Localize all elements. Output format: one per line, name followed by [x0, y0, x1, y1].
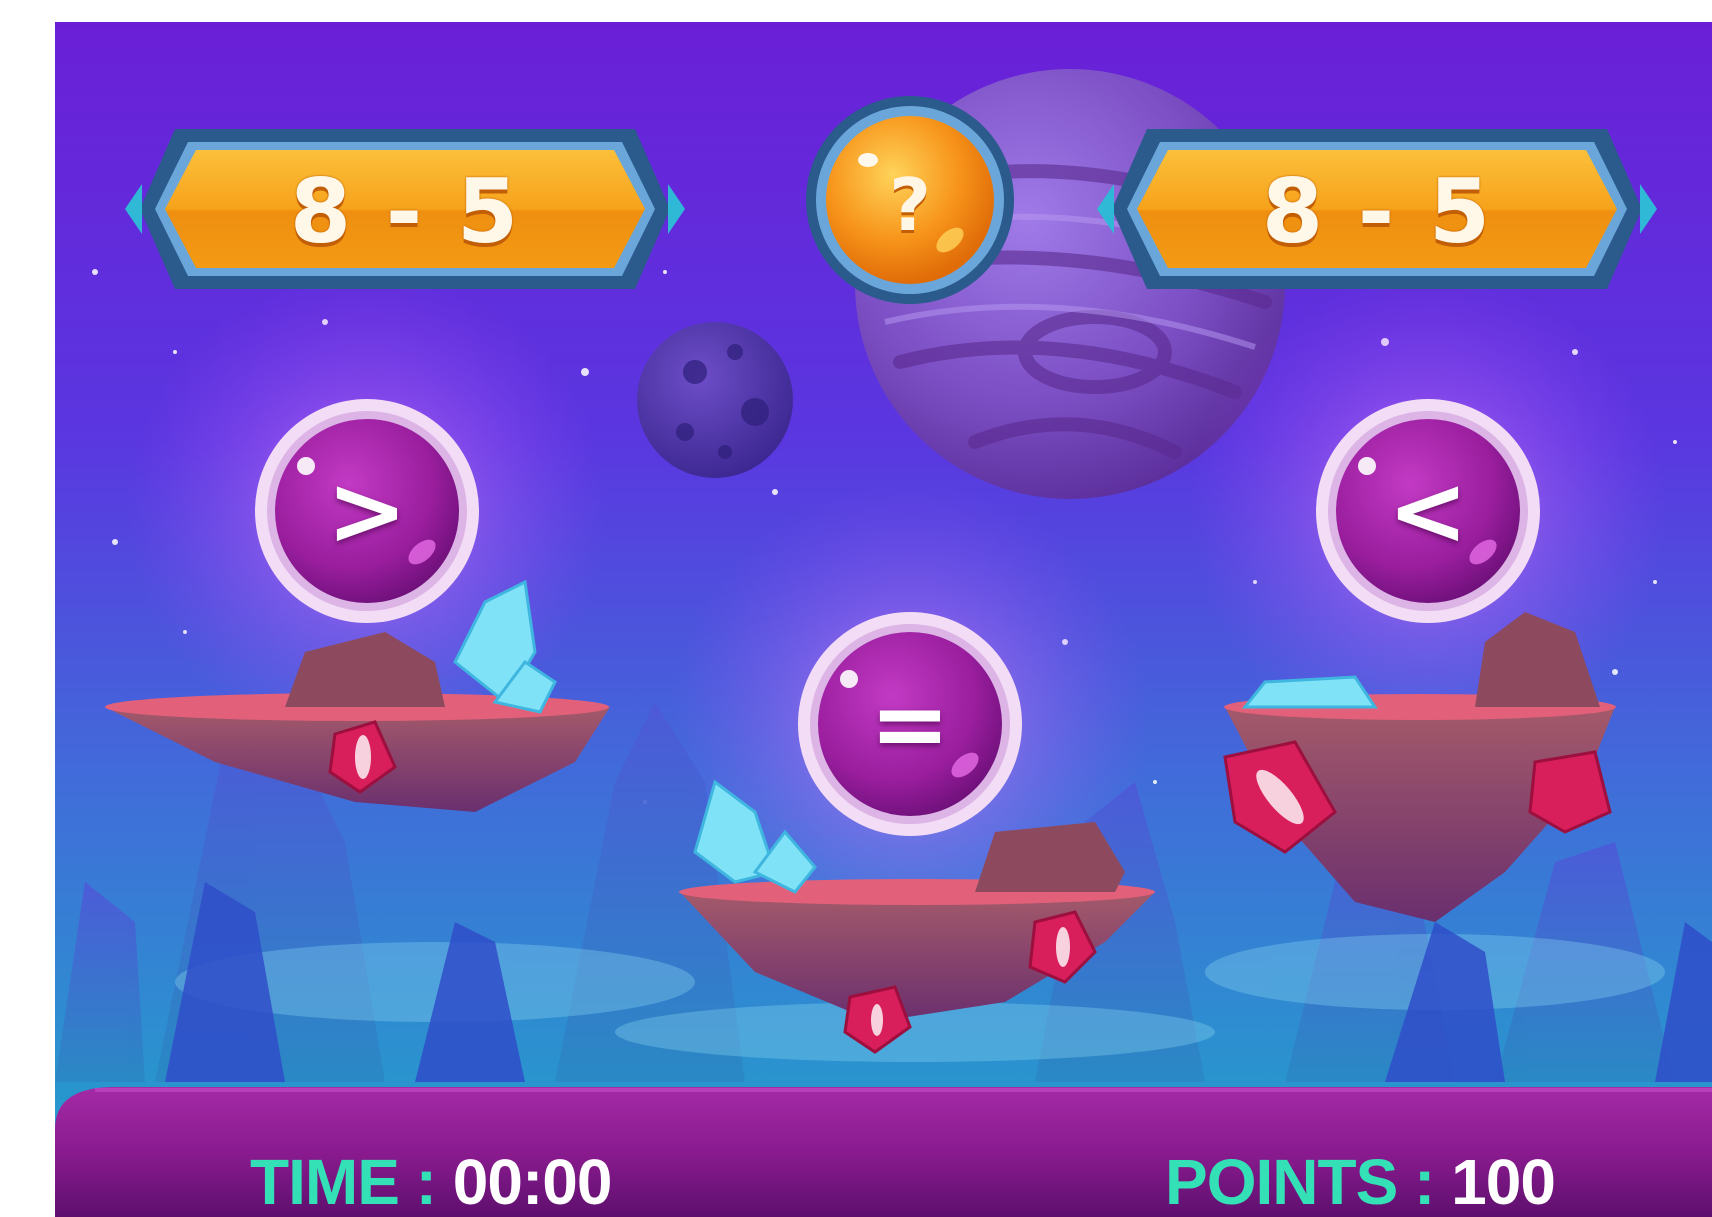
question-mark-icon: ?: [889, 163, 931, 247]
points-separator: :: [1414, 1146, 1435, 1217]
status-bar: TIME : 00:00 POINTS : 100: [55, 1087, 1712, 1217]
points-readout: POINTS : 100: [1165, 1145, 1556, 1217]
game-scene: 8 - 5 ? 8 - 5 > = < TIME: 00:00 POINTS …: [55, 22, 1712, 1217]
greater-than-icon: >: [326, 455, 408, 567]
hint-button[interactable]: ?: [800, 90, 1020, 310]
less-than-button[interactable]: <: [1311, 394, 1545, 628]
time-value: 00:00: [452, 1146, 613, 1217]
left-expression-panel: 8 - 5: [120, 104, 690, 314]
points-value: 100: [1451, 1146, 1556, 1217]
points-label: POINTS: [1165, 1146, 1398, 1217]
greater-than-button[interactable]: >: [250, 394, 484, 628]
less-than-icon: <: [1387, 455, 1469, 567]
time-label: TIME: [250, 1146, 400, 1217]
time-separator: :: [415, 1146, 437, 1217]
right-expression: 8 - 5: [1261, 159, 1493, 263]
time-readout: TIME : 00:00: [250, 1145, 613, 1217]
equal-sign-icon: =: [869, 668, 951, 780]
right-expression-panel: 8 - 5: [1092, 104, 1662, 314]
left-expression: 8 - 5: [289, 159, 521, 263]
equal-button[interactable]: =: [793, 607, 1027, 841]
